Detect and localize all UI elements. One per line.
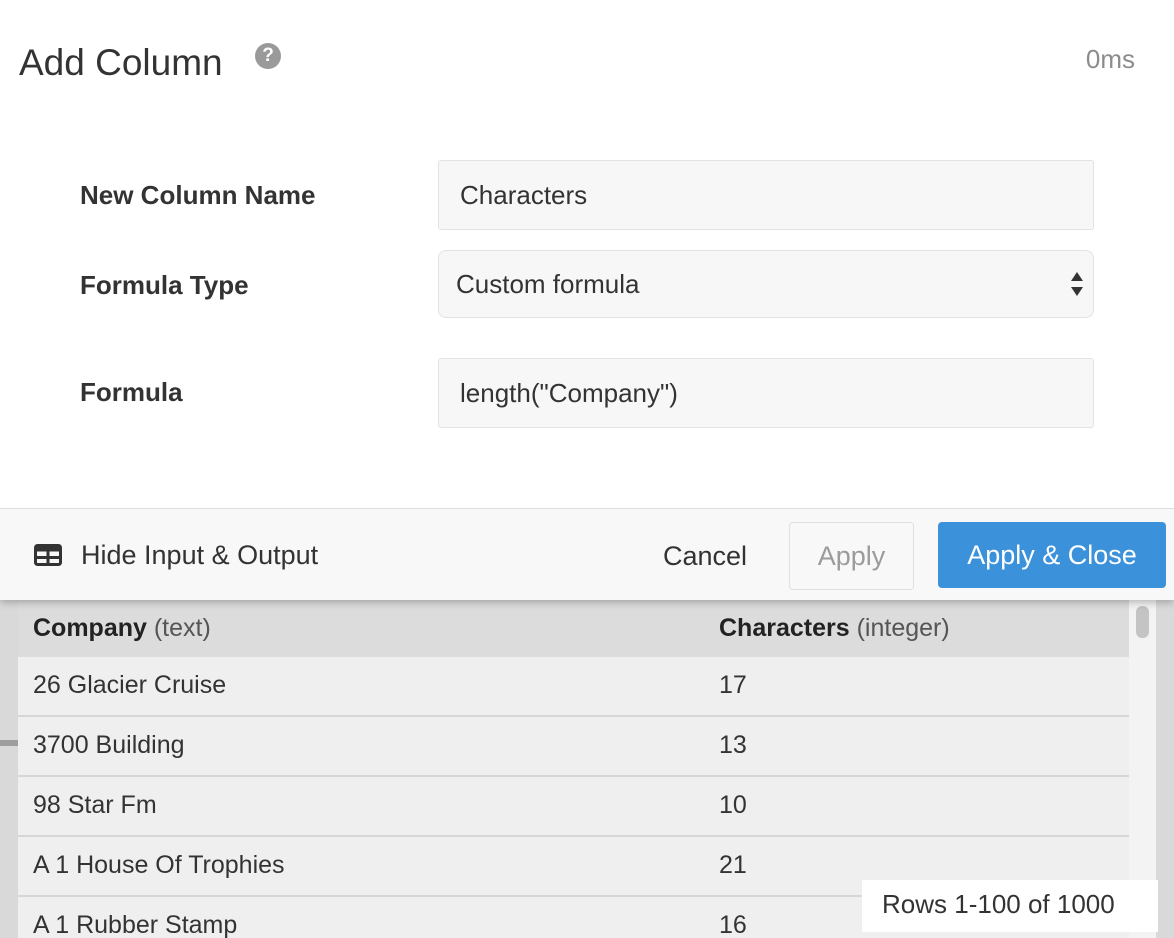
question-circle-icon[interactable]: ? <box>255 43 281 69</box>
table-row[interactable]: 98 Star Fm 10 <box>18 777 1129 837</box>
timing-label: 0ms <box>1085 44 1135 74</box>
company-cell: 3700 Building <box>33 731 185 759</box>
company-cell: 98 Star Fm <box>33 791 157 819</box>
formula-type-select[interactable]: Custom formula <box>438 250 1094 318</box>
apply-and-close-button[interactable]: Apply & Close <box>938 522 1166 588</box>
table-header: Company (text) Characters (integer) <box>18 600 1129 657</box>
background-divider <box>0 740 18 746</box>
new-column-name-label: New Column Name <box>80 180 316 210</box>
select-arrows-icon <box>1071 272 1083 296</box>
formula-type-value: Custom formula <box>456 269 640 299</box>
company-cell: A 1 House Of Trophies <box>33 851 285 879</box>
column-header-company[interactable]: Company (text) <box>33 614 211 643</box>
scrollbar-thumb[interactable] <box>1136 606 1149 638</box>
company-cell: 26 Glacier Cruise <box>33 671 227 699</box>
dialog-title: Add Column <box>19 42 223 83</box>
characters-cell: 10 <box>719 791 747 819</box>
new-column-name-input[interactable] <box>438 160 1094 230</box>
dialog-footer: Hide Input & Output Cancel Apply Apply &… <box>0 508 1174 600</box>
company-cell: A 1 Rubber Stamp <box>33 911 238 938</box>
characters-cell: 16 <box>719 911 747 938</box>
column-type: (text) <box>153 614 211 642</box>
formula-input[interactable] <box>438 358 1094 428</box>
column-name: Company <box>33 614 147 642</box>
hide-input-output-label: Hide Input & Output <box>81 540 319 570</box>
characters-cell: 21 <box>719 851 747 879</box>
column-header-characters[interactable]: Characters (integer) <box>719 614 950 643</box>
characters-cell: 13 <box>719 731 747 759</box>
formula-label: Formula <box>80 377 183 407</box>
table-icon <box>34 544 62 566</box>
add-column-dialog: Add Column ? 0ms New Column Name Formula… <box>0 0 1174 600</box>
row-count-label: Rows 1-100 of 1000 <box>862 880 1158 932</box>
table-row[interactable]: 3700 Building 13 <box>18 717 1129 777</box>
formula-type-label: Formula Type <box>80 270 249 300</box>
cancel-button[interactable]: Cancel <box>645 523 765 589</box>
apply-button[interactable]: Apply <box>789 522 914 590</box>
table-row[interactable]: 26 Glacier Cruise 17 <box>18 657 1129 717</box>
characters-cell: 17 <box>719 671 747 699</box>
column-type: (integer) <box>856 614 950 642</box>
column-name: Characters <box>719 614 850 642</box>
